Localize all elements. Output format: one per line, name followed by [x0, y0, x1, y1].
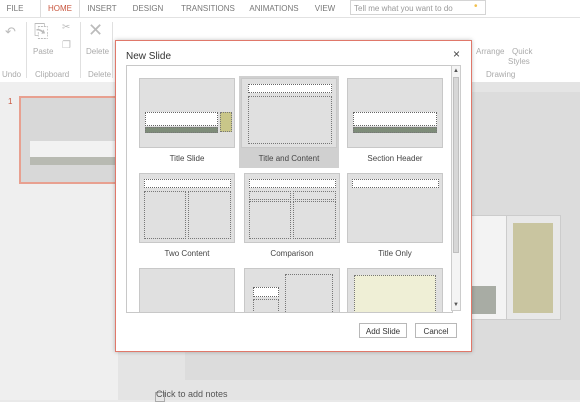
caption-text-placeholder [253, 299, 279, 312]
thumbnail-accent-bar [30, 157, 118, 165]
slide-number: 1 [8, 97, 13, 106]
ribbon-tab-bar: FILE HOME INSERT DESIGN TRANSITIONS ANIM… [0, 0, 580, 17]
layout-preview [241, 78, 337, 148]
layout-title-slide[interactable]: Title Slide [137, 76, 237, 168]
copy-icon[interactable]: ❐ [62, 40, 71, 51]
layout-title-only[interactable]: Title Only [345, 171, 445, 263]
layout-preview [139, 268, 235, 312]
delete-button[interactable]: Delete [86, 47, 109, 56]
title-placeholder [248, 84, 332, 93]
undo-icon[interactable]: ↶ [5, 24, 16, 40]
layout-name: Title and Content [258, 154, 320, 163]
left-heading-placeholder [249, 191, 291, 200]
subtitle-bar [145, 127, 218, 133]
layout-content-with-caption[interactable] [242, 266, 342, 312]
background-layout-preview [468, 215, 508, 320]
layout-blank[interactable] [137, 266, 237, 312]
layout-preview [139, 173, 235, 243]
lightbulb-icon: • [474, 1, 478, 12]
scroll-down-icon[interactable]: ▼ [452, 300, 460, 310]
section-bar [353, 127, 437, 133]
tab-home[interactable]: HOME [40, 0, 80, 17]
caption-title-placeholder [253, 287, 279, 297]
accent-block [220, 112, 232, 132]
right-content-placeholder [293, 201, 336, 239]
layout-gallery: Title Slide Title and Content Section He… [126, 65, 453, 313]
new-slide-dialog: New Slide × Title Slide Title and Conten… [115, 40, 472, 352]
dialog-title: New Slide [126, 51, 172, 62]
background-accent-bar [470, 286, 496, 314]
layout-preview [347, 78, 443, 148]
layout-name: Title Slide [169, 154, 205, 163]
close-icon[interactable]: × [453, 47, 460, 61]
title-placeholder [353, 112, 437, 126]
arrange-button[interactable]: Arrange [476, 47, 504, 56]
content-placeholder [248, 96, 332, 144]
tab-transitions[interactable]: TRANSITIONS [175, 0, 241, 17]
paste-icon[interactable]: ⎘ [34, 21, 48, 42]
layout-name: Section Header [367, 154, 423, 163]
layout-picture-with-caption[interactable] [345, 266, 445, 312]
thumbnail-title-bar [30, 141, 118, 157]
ribbon-separator [26, 22, 27, 78]
ribbon-separator [112, 22, 113, 78]
undo-group-label: Undo [2, 70, 22, 79]
scrollbar-thumb[interactable] [453, 77, 459, 253]
layout-section-header[interactable]: Section Header [345, 76, 445, 168]
content-placeholder [285, 274, 333, 312]
clipboard-group-label: Clipboard [35, 70, 70, 79]
layout-name: Two Content [164, 249, 210, 258]
left-content-placeholder [249, 201, 291, 239]
tab-view[interactable]: VIEW [311, 0, 339, 17]
tab-design[interactable]: DESIGN [128, 0, 168, 17]
picture-placeholder [354, 275, 436, 312]
title-placeholder [249, 179, 336, 188]
notes-placeholder[interactable]: Click to add notes [156, 389, 228, 399]
layout-name: Comparison [270, 249, 314, 258]
layout-comparison[interactable]: Comparison [242, 171, 342, 263]
layout-preview [347, 268, 443, 312]
tab-animations[interactable]: ANIMATIONS [244, 0, 304, 17]
layout-preview [347, 173, 443, 243]
cancel-button[interactable]: Cancel [415, 323, 457, 338]
scroll-up-icon[interactable]: ▲ [452, 66, 460, 76]
background-olive-block [513, 223, 553, 313]
title-placeholder [352, 179, 439, 188]
title-placeholder [144, 179, 231, 188]
layout-preview [244, 173, 340, 243]
ribbon-separator [80, 22, 81, 78]
delete-icon[interactable]: ✕ [88, 20, 103, 41]
background-layout-card [506, 215, 561, 320]
layout-preview [244, 268, 340, 312]
drawing-group-label: Drawing [486, 70, 516, 79]
layout-preview [139, 78, 235, 148]
quick-styles-button-line2[interactable]: Styles [508, 57, 530, 66]
title-placeholder [145, 112, 218, 126]
slide-thumbnail[interactable] [19, 96, 119, 184]
paste-button[interactable]: Paste [33, 47, 53, 56]
right-heading-placeholder [293, 191, 336, 200]
right-content-placeholder [188, 191, 231, 239]
layout-title-and-content[interactable]: Title and Content [239, 76, 339, 168]
tab-file[interactable]: FILE [2, 0, 28, 17]
add-slide-button[interactable]: Add Slide [359, 323, 407, 338]
layout-two-content[interactable]: Two Content [137, 171, 237, 263]
quick-styles-button[interactable]: Quick [512, 47, 532, 56]
layout-name: Title Only [378, 249, 412, 258]
gallery-scrollbar[interactable]: ▲ ▼ [451, 65, 461, 311]
left-content-placeholder [144, 191, 186, 239]
tell-me-search[interactable]: Tell me what you want to do [350, 0, 486, 15]
tab-insert[interactable]: INSERT [82, 0, 122, 17]
delete-group-label: Delete [88, 70, 112, 79]
cut-icon[interactable]: ✂ [62, 22, 70, 33]
